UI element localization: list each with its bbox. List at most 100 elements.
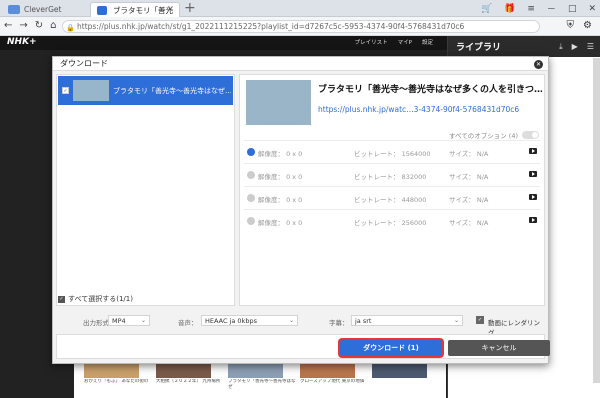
download-icon[interactable]: ⤓: [559, 42, 563, 52]
all-options: すべてのオプション (4): [449, 130, 539, 140]
video-thumb-text[interactable]: クローズアップ現代 東京の地価: [300, 379, 370, 392]
all-options-label: すべてのオプション (4): [448, 132, 518, 140]
chevron-down-icon: ⌄: [453, 317, 459, 324]
option-resolution: 解像度： 0 x 0: [258, 219, 303, 227]
close-icon[interactable]: ✕: [534, 60, 543, 69]
option-row[interactable]: 解像度： 0 x 0 ビットレート： 832000 サイズ： N/A: [244, 163, 540, 184]
scrollbar[interactable]: [593, 58, 600, 383]
youtube-icon: [529, 217, 537, 223]
new-tab-button[interactable]: +: [184, 0, 196, 17]
video-thumbnail: [73, 80, 109, 101]
library-title: ライブラリ: [456, 43, 502, 53]
video-checkbox[interactable]: ✓: [62, 87, 69, 94]
extension-icon[interactable]: ⚙: [583, 20, 592, 31]
video-list-item[interactable]: ✓ ブラタモリ「善光寺～善光寺はなぜ…: [58, 76, 233, 105]
format-select[interactable]: MP4 ⌄: [108, 315, 150, 326]
option-row[interactable]: 解像度： 0 x 0 ビットレート： 256000 サイズ： N/A: [244, 209, 540, 230]
subtitle-label: 字幕：: [329, 319, 349, 327]
cleverget-logo-icon: [8, 5, 20, 14]
option-bitrate: ビットレート： 448000: [354, 196, 427, 204]
cart-icon[interactable]: 🛒: [481, 4, 492, 14]
library-icons: ⤓ ▶ ☰: [559, 42, 594, 52]
tab-label: CleverGet: [24, 5, 62, 14]
close-window-button[interactable]: ✕: [588, 4, 596, 14]
subtitle-select[interactable]: ja srt ⌄: [351, 315, 463, 326]
option-size: サイズ： N/A: [449, 173, 489, 181]
address-text: https://plus.nhk.jp/watch/st/g1_20221112…: [77, 22, 465, 31]
option-radio[interactable]: [247, 194, 255, 202]
forward-icon[interactable]: →: [19, 20, 27, 31]
reload-icon[interactable]: ↻: [35, 20, 43, 31]
dialog-button-area: ダウンロード (1) キャンセル: [56, 334, 550, 359]
option-radio[interactable]: [247, 171, 255, 179]
shield-icon[interactable]: ⛨: [567, 20, 575, 31]
video-tab-icon: [97, 6, 107, 15]
video-thumb-text[interactable]: 大相撲（２０２２年） 九州場所: [156, 379, 226, 392]
dialog-title: ダウンロード: [60, 59, 108, 68]
video-detail-title: ブラタモリ「善光寺～善光寺はなぜ多くの人を引きつ…: [318, 85, 542, 95]
list-icon[interactable]: ☰: [587, 42, 594, 52]
browser-tab-bar: CleverGet ブラタモリ「善光寺… ✕ + 🛒 🎁 ≡ － □ ✕: [0, 0, 600, 30]
video-preview-thumbnail: [246, 80, 311, 125]
video-title: ブラタモリ「善光寺～善光寺はなぜ…: [113, 87, 231, 95]
nhk-nav-settings[interactable]: 設定: [422, 38, 433, 46]
youtube-icon[interactable]: ▶: [572, 42, 578, 52]
tab-close-icon[interactable]: ✕: [166, 3, 174, 18]
video-thumb-text[interactable]: おかえり「もふ」 あなたの街の: [84, 379, 154, 392]
nhk-nav-mypage[interactable]: マイP: [398, 38, 412, 46]
nhk-nav: プレイリスト マイP 設定: [355, 38, 433, 46]
youtube-icon: [529, 148, 537, 154]
window-controls: 🛒 🎁 ≡ － □ ✕: [481, 0, 596, 17]
video-list-pane: ✓ ブラタモリ「善光寺～善光寺はなぜ…: [56, 74, 235, 306]
all-options-toggle[interactable]: [522, 131, 539, 139]
address-bar[interactable]: 🔒 https://plus.nhk.jp/watch/st/g1_202211…: [62, 20, 540, 33]
option-size: サイズ： N/A: [449, 150, 489, 158]
subtitle-value: ja srt: [355, 317, 372, 325]
gift-icon[interactable]: 🎁: [504, 4, 515, 14]
nhk-logo[interactable]: NHK+: [7, 37, 37, 47]
video-url-link[interactable]: https://plus.nhk.jp/watc…3-4374-90f4-576…: [318, 105, 519, 114]
minimize-button[interactable]: －: [547, 2, 556, 15]
audio-value: HEAAC ja 0kbps: [205, 317, 257, 325]
option-size: サイズ： N/A: [449, 219, 489, 227]
audio-select[interactable]: HEAAC ja 0kbps ⌄: [201, 315, 298, 326]
youtube-icon: [529, 171, 537, 177]
cancel-button[interactable]: キャンセル: [448, 340, 550, 356]
video-thumb-text[interactable]: [372, 379, 442, 392]
back-icon[interactable]: ←: [4, 20, 12, 31]
option-row[interactable]: 解像度： 0 x 0 ビットレート： 1564000 サイズ： N/A: [244, 140, 540, 161]
video-thumb-text[interactable]: ブラタモリ「善光寺～善光寺はなぜ: [228, 379, 298, 392]
option-radio[interactable]: [247, 217, 255, 225]
video-detail-pane: ブラタモリ「善光寺～善光寺はなぜ多くの人を引きつ… https://plus.n…: [239, 74, 545, 306]
youtube-icon: [529, 194, 537, 200]
option-resolution: 解像度： 0 x 0: [258, 173, 303, 181]
option-bitrate: ビットレート： 832000: [354, 173, 427, 181]
browser-right-icons: ⛨ ⚙: [567, 20, 592, 31]
chevron-down-icon: ⌄: [288, 317, 294, 324]
render-checkbox[interactable]: ✓: [476, 316, 484, 324]
tab-cleverget[interactable]: CleverGet: [2, 2, 90, 17]
option-radio[interactable]: [247, 148, 255, 156]
download-button[interactable]: ダウンロード (1): [340, 340, 442, 356]
select-all[interactable]: ✓ すべて選択する(1/1): [56, 293, 235, 306]
nav-buttons: ← → ↻ ⌂: [4, 20, 57, 31]
option-row[interactable]: 解像度： 0 x 0 ビットレート： 448000 サイズ： N/A: [244, 186, 540, 207]
menu-icon[interactable]: ≡: [527, 4, 535, 14]
tab-nhk[interactable]: ブラタモリ「善光寺… ✕: [90, 2, 180, 30]
download-dialog: ダウンロード ✕ ✓ ブラタモリ「善光寺～善光寺はなぜ… ✓ すべて選択する(1…: [52, 56, 550, 364]
lock-icon: 🔒: [66, 24, 75, 32]
chevron-down-icon: ⌄: [140, 317, 146, 324]
option-bitrate: ビットレート： 256000: [354, 219, 427, 227]
nhk-nav-playlist[interactable]: プレイリスト: [355, 38, 388, 46]
audio-label: 音声：: [178, 319, 198, 327]
option-size: サイズ： N/A: [449, 196, 489, 204]
browser-nav-bar: ← → ↻ ⌂ 🔒 https://plus.nhk.jp/watch/st/g…: [0, 17, 600, 36]
output-settings: 出力形式： MP4 ⌄ 音声： HEAAC ja 0kbps ⌄ 字幕： ja …: [56, 313, 545, 337]
option-resolution: 解像度： 0 x 0: [258, 196, 303, 204]
dialog-header: ダウンロード ✕: [53, 57, 548, 71]
select-all-checkbox[interactable]: ✓: [58, 296, 65, 303]
maximize-button[interactable]: □: [568, 4, 577, 14]
option-bitrate: ビットレート： 1564000: [354, 150, 431, 158]
select-all-label: すべて選択する(1/1): [68, 295, 133, 303]
home-icon[interactable]: ⌂: [50, 20, 56, 31]
